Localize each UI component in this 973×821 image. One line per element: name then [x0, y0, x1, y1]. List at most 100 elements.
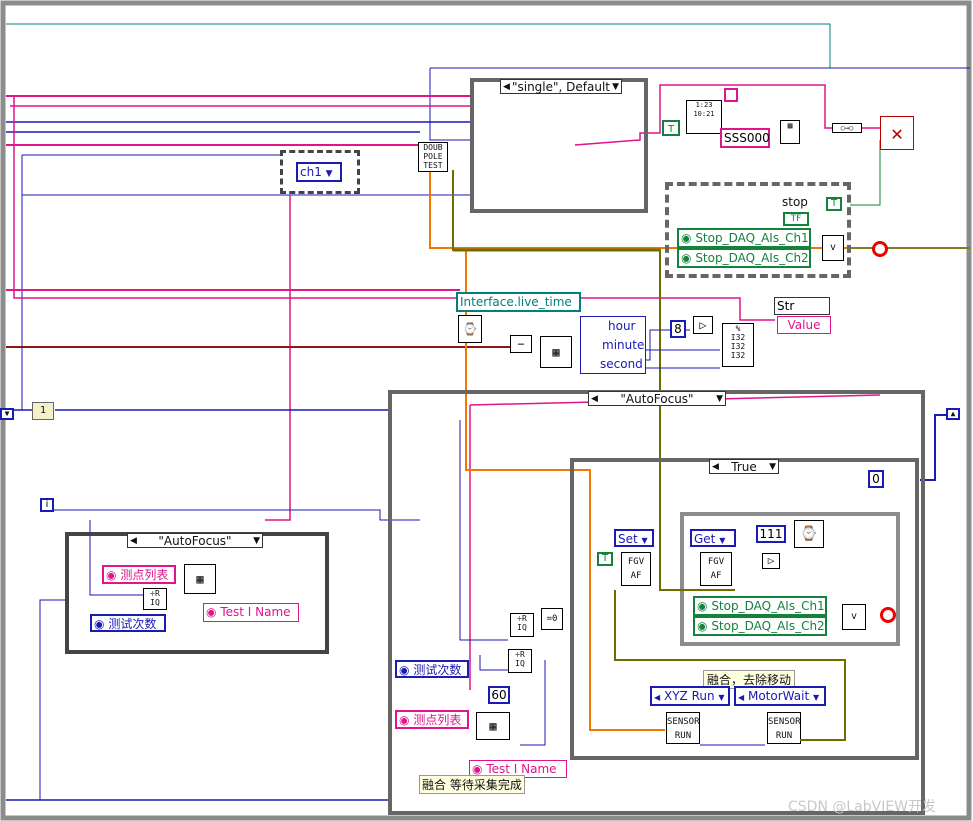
- seconds-to-date-icon: ▦: [540, 336, 572, 368]
- set-enum-constant[interactable]: Set ▼: [614, 529, 654, 547]
- dropdown-arrow-icon: ▼: [719, 536, 726, 545]
- stop-ch1-text: Stop_DAQ_AIs_Ch1: [695, 231, 809, 245]
- left-arrow-icon: ◀: [503, 82, 510, 92]
- stop-daq-ch2-b-property[interactable]: ◉ Stop_DAQ_AIs_Ch2: [693, 616, 827, 636]
- main-case-label: "AutoFocus": [620, 392, 694, 406]
- index-array-left-icon: ▦: [184, 564, 216, 594]
- dropdown-arrow-icon: ▼: [812, 693, 820, 702]
- top-case-structure: [470, 78, 648, 213]
- xyz-run-enum[interactable]: ◀ XYZ Run ▼: [650, 686, 730, 706]
- test-name-main-text: Test I Name: [486, 762, 557, 776]
- value-output[interactable]: Value: [777, 316, 831, 334]
- stop-ch1-b-text: Stop_DAQ_AIs_Ch1: [711, 599, 825, 613]
- format-time-subvi[interactable]: 1:23 10:21: [686, 100, 722, 134]
- live-time-local-var[interactable]: Interface.live_time: [456, 292, 581, 312]
- left-arrow-icon: ◀: [654, 693, 661, 702]
- shift-register-left-icon: ▼: [0, 408, 14, 420]
- dropdown-arrow-icon: ▼: [716, 394, 723, 404]
- points-list-main-property[interactable]: ◉ 测点列表: [395, 710, 469, 729]
- fgv-af-subvi-2[interactable]: FGV AF: [700, 552, 732, 586]
- top-case-label: "single", Default: [511, 80, 611, 94]
- index-array-main-icon: ▦: [476, 712, 510, 740]
- stop-button-icon: [872, 241, 888, 257]
- property-icon: ◉: [94, 617, 105, 631]
- left-arrow-icon: ◀: [738, 693, 745, 702]
- subtract-function-icon: −: [510, 335, 532, 353]
- quotient-remainder-2-icon: ÷R IQ: [508, 649, 532, 673]
- test-count-left-text: 测试次数: [108, 617, 157, 631]
- test-count-main-text: 测试次数: [413, 663, 462, 677]
- stop-button-b-icon: [880, 607, 896, 623]
- channel-text: ch1: [300, 165, 322, 179]
- dropdown-arrow-icon: ▼: [769, 462, 776, 472]
- double-pole-test-subvi[interactable]: DOUB POLE TEST: [418, 142, 448, 172]
- property-icon: ◉: [106, 568, 117, 582]
- test-name-left-property[interactable]: ◉ Test I Name: [203, 603, 299, 622]
- hour-label: hour: [608, 319, 636, 333]
- main-case-selector[interactable]: ◀ "AutoFocus" ▼: [588, 391, 726, 406]
- const-111[interactable]: 111: [756, 525, 786, 543]
- value-output-text: Value: [787, 318, 821, 332]
- motor-wait-text: MotorWait: [747, 689, 810, 703]
- equal-zero-icon: =0: [541, 608, 563, 630]
- build-array-icon: ▦: [780, 120, 800, 144]
- inner-case-selector[interactable]: ◀ True ▼: [709, 459, 779, 474]
- test-count-left-property[interactable]: ◉ 测试次数: [90, 614, 166, 632]
- inner-case-label: True: [731, 460, 757, 474]
- format-string-constant[interactable]: SSS000: [720, 128, 770, 148]
- const-60[interactable]: 60: [488, 686, 510, 704]
- bool-true-const-1[interactable]: T: [662, 120, 680, 136]
- stop-ch2-b-text: Stop_DAQ_AIs_Ch2: [711, 619, 825, 633]
- timestamp-icon: ⌚: [458, 315, 482, 343]
- left-arrow-icon: ◀: [712, 462, 719, 472]
- property-icon: ◉: [681, 231, 692, 245]
- property-icon: ◉: [472, 762, 483, 776]
- minute-label: minute: [602, 338, 645, 352]
- motor-wait-enum[interactable]: ◀ MotorWait ▼: [734, 686, 826, 706]
- points-list-left-text: 测点列表: [120, 568, 169, 582]
- top-case-selector[interactable]: ◀ "single", Default ▼: [500, 79, 622, 94]
- dropdown-arrow-icon: ▼: [325, 169, 333, 179]
- sensor-run-subvi-2[interactable]: SENSOR RUN: [767, 712, 801, 744]
- points-list-main-text: 测点列表: [413, 713, 462, 727]
- stop-label: stop: [782, 195, 808, 209]
- fgv-af-subvi-1[interactable]: FGV AF: [621, 552, 651, 586]
- bool-true-const-3[interactable]: T: [597, 552, 613, 566]
- str-output-text: Str: [777, 299, 795, 313]
- stop-ch2-text: Stop_DAQ_AIs_Ch2: [695, 251, 809, 265]
- triangle-function-icon: ▷: [693, 316, 713, 334]
- clear-error-icon: ✕: [880, 116, 914, 150]
- second-label: second: [600, 357, 643, 371]
- left-arrow-icon: ◀: [130, 536, 137, 546]
- stop-daq-ch1-b-property[interactable]: ◉ Stop_DAQ_AIs_Ch1: [693, 596, 827, 616]
- test-count-main-property[interactable]: ◉ 测试次数: [395, 660, 469, 678]
- wait-ms-icon: ⌚: [794, 520, 824, 548]
- unbundle-icon: ○→○: [832, 123, 862, 133]
- points-list-left-property[interactable]: ◉ 测点列表: [102, 565, 176, 584]
- increment-function-icon: 1: [32, 402, 54, 420]
- quotient-remainder-left-icon: ÷R IQ: [143, 588, 167, 610]
- or-function-b-icon: v: [842, 604, 866, 630]
- property-icon: ◉: [399, 713, 410, 727]
- decrement-triangle-icon: ▷: [762, 553, 780, 569]
- str-output[interactable]: Str: [774, 297, 830, 315]
- set-enum-text: Set: [618, 532, 638, 546]
- dropdown-arrow-icon: ▼: [253, 536, 260, 546]
- left-case-selector[interactable]: ◀ "AutoFocus" ▼: [127, 533, 263, 548]
- property-icon: ◉: [697, 619, 708, 633]
- stop-daq-ch1-property[interactable]: ◉ Stop_DAQ_AIs_Ch1: [677, 228, 811, 248]
- sensor-run-subvi-1[interactable]: SENSOR RUN: [666, 712, 700, 744]
- stop-daq-ch2-property[interactable]: ◉ Stop_DAQ_AIs_Ch2: [677, 248, 811, 268]
- const-8[interactable]: 8: [670, 320, 686, 338]
- format-into-string-icon: % I32 I32 I32: [722, 323, 754, 367]
- property-icon: ◉: [399, 663, 410, 677]
- property-icon: ◉: [206, 605, 217, 619]
- bool-true-const-2[interactable]: T: [826, 197, 842, 211]
- channel-constant[interactable]: ch1 ▼: [296, 162, 342, 182]
- property-icon: ◉: [697, 599, 708, 613]
- get-enum-constant[interactable]: Get ▼: [690, 529, 736, 547]
- const-0[interactable]: 0: [868, 470, 884, 488]
- watermark-text: CSDN @LabVIEW开发: [788, 799, 937, 815]
- stop-tf-const[interactable]: TF: [783, 212, 809, 226]
- local-var-text: Interface.live_time: [460, 295, 572, 309]
